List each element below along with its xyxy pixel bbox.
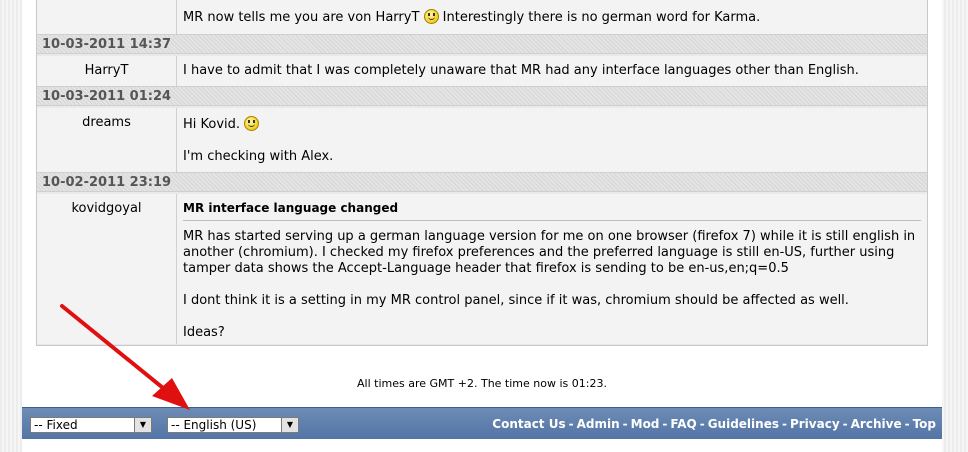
post-paragraph: MR has started serving up a german langu… [183,229,916,276]
page-bottom [22,439,942,452]
link-separator: - [842,417,848,431]
smiley-icon [423,9,439,24]
post-message: Hi Kovid. I'm checking with Alex. [177,108,927,172]
post-message: I have to admit that I was completely un… [177,56,927,86]
post-author-link[interactable]: dreams [37,108,177,172]
link-separator: - [568,417,574,431]
post-author [37,0,177,34]
style-select-value: -- Fixed [34,418,78,432]
post-message: MR interface language changed MR has sta… [177,194,927,344]
post-text: MR now tells me you are von HarryT [183,10,420,25]
post-row: HarryT I have to admit that I was comple… [37,56,927,86]
post-date: 10-02-2011 23:19 [37,172,927,192]
post-paragraph: I dont think it is a setting in my MR co… [183,293,849,308]
post-row: kovidgoyal MR interface language changed… [37,194,927,344]
post-text: I'm checking with Alex. [183,149,334,164]
post-text-continued: Interestingly there is no german word fo… [442,10,761,25]
mod-link[interactable]: Mod [631,417,660,431]
forum-page: MR now tells me you are von HarryT Inter… [22,0,942,452]
post-row: MR now tells me you are von HarryT Inter… [37,0,927,34]
smiley-icon [244,116,260,131]
link-separator: - [781,417,787,431]
post-author-link[interactable]: HarryT [37,56,177,86]
dropdown-arrow-icon[interactable]: ▼ [281,418,298,432]
link-separator: - [699,417,705,431]
language-select-value: -- English (US) [171,418,257,432]
footer-links: Contact Us - Admin - Mod - FAQ - Guidelines - Priv… [492,408,936,440]
post-paragraph: Ideas? [183,325,225,340]
footer-bar: -- Fixed ▼ -- English (US) ▼ Contact Us -… [22,407,942,439]
post-text: Hi Kovid. [183,117,241,132]
link-separator: - [662,417,668,431]
dropdown-arrow-icon[interactable]: ▼ [134,418,151,432]
timezone-note: All times are GMT +2. The time now is 01… [357,377,607,390]
post-list: MR now tells me you are von HarryT Inter… [36,0,928,346]
privacy-link[interactable]: Privacy [790,417,840,431]
post-title: MR interface language changed [183,200,921,221]
post-row: dreams Hi Kovid. I'm checking with Alex. [37,108,927,172]
post-date: 10-03-2011 01:24 [37,86,927,106]
link-separator: - [622,417,628,431]
post-date: 10-03-2011 14:37 [37,34,927,54]
guidelines-link[interactable]: Guidelines [708,417,779,431]
link-separator: - [904,417,910,431]
top-link[interactable]: Top [913,417,936,431]
post-message: MR now tells me you are von HarryT Inter… [177,0,927,34]
faq-link[interactable]: FAQ [670,417,696,431]
archive-link[interactable]: Archive [851,417,902,431]
style-select[interactable]: -- Fixed ▼ [30,417,152,433]
admin-link[interactable]: Admin [577,417,620,431]
language-select[interactable]: -- English (US) ▼ [167,417,299,433]
contact-us-link[interactable]: Contact Us [492,417,565,431]
post-author-link[interactable]: kovidgoyal [37,194,177,344]
